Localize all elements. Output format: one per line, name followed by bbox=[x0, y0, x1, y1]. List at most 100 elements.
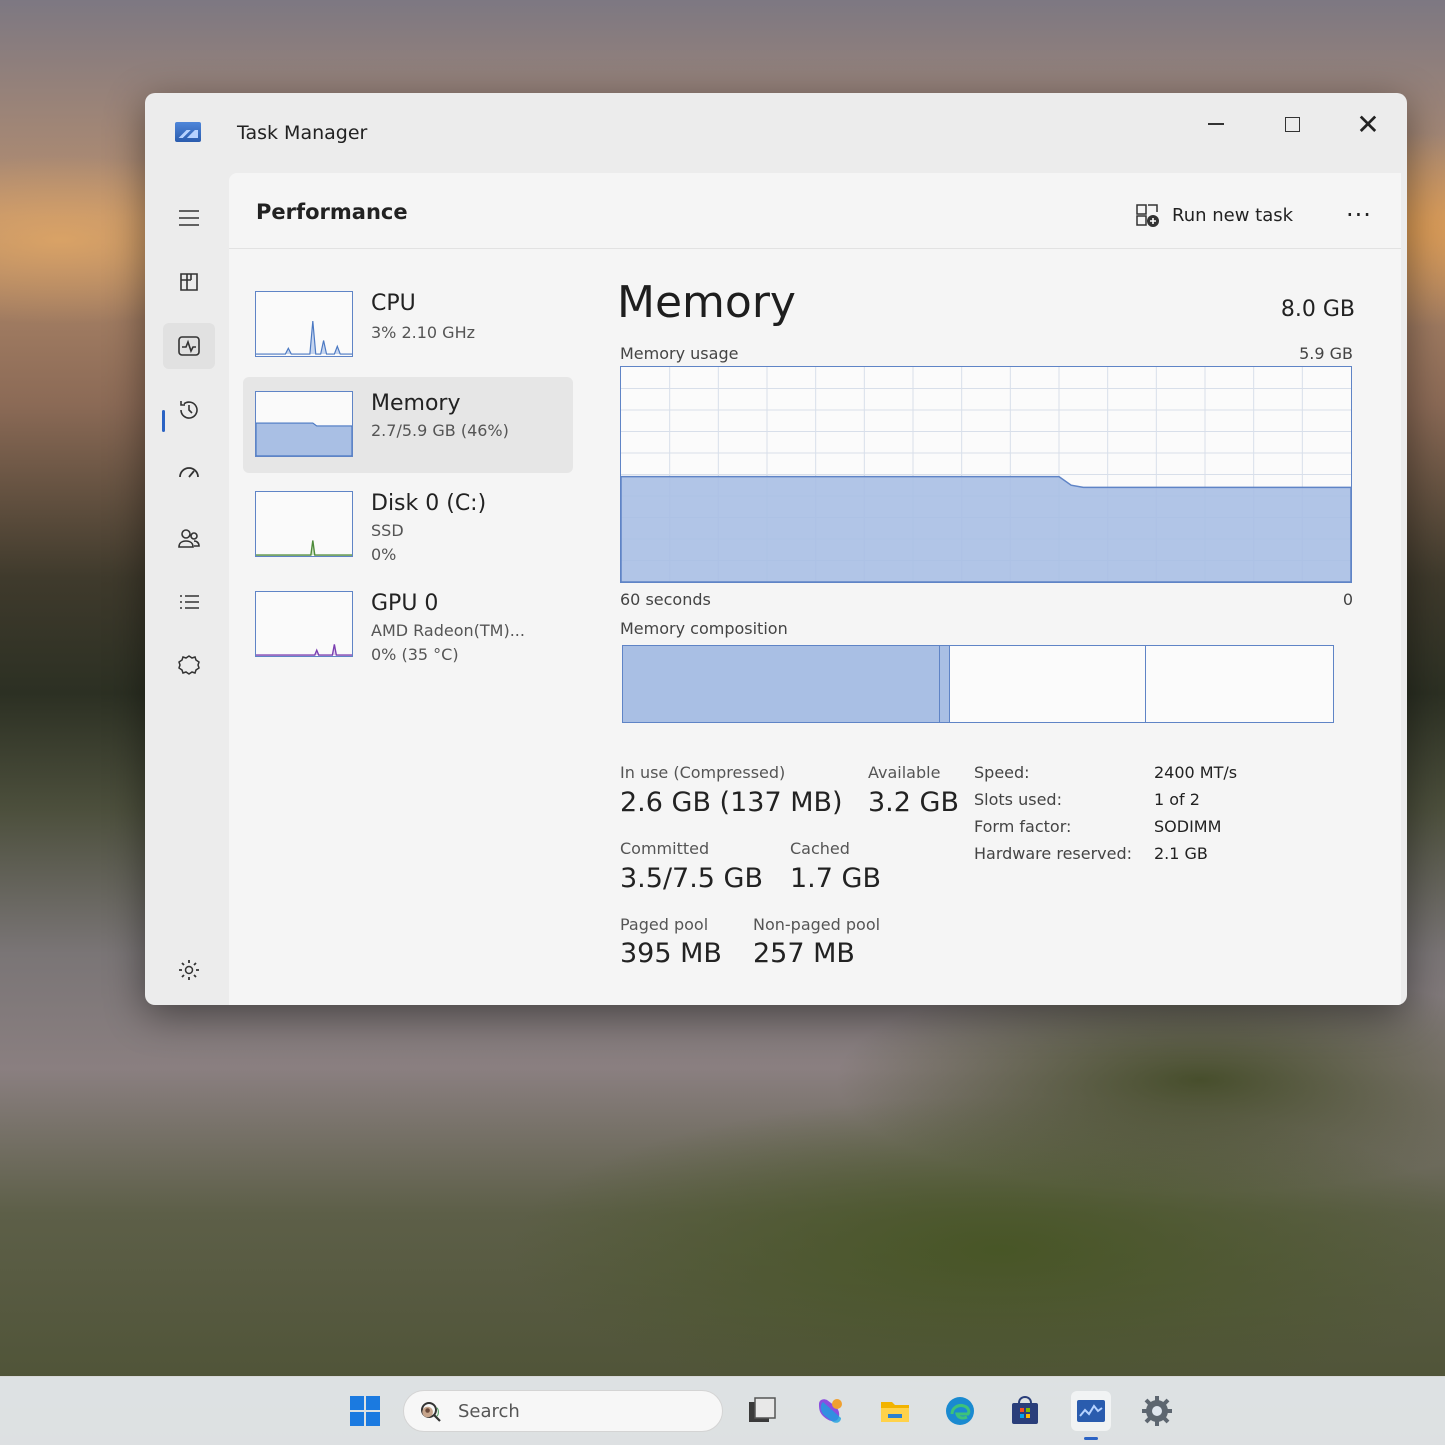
memory-composition-label: Memory composition bbox=[620, 619, 788, 638]
device-detail: AMD Radeon(TM)... bbox=[371, 621, 525, 640]
startup-apps-icon bbox=[179, 467, 199, 478]
device-disk-0[interactable]: Disk 0 (C:) SSD 0% bbox=[243, 477, 573, 573]
minimize-button[interactable] bbox=[1188, 103, 1244, 145]
spec-speed-value: 2400 MT/s bbox=[1154, 763, 1238, 782]
cpu-thumbnail-graph bbox=[255, 291, 353, 357]
spec-hardware-reserved-value: 2.1 GB bbox=[1154, 844, 1208, 863]
spec-hardware-reserved-label: Hardware reserved: bbox=[974, 844, 1133, 863]
nav-item-startup-apps[interactable] bbox=[163, 451, 215, 497]
gpu-thumbnail-graph bbox=[255, 591, 353, 657]
in-use-value: 2.6 GB (137 MB) bbox=[620, 787, 843, 818]
composition-modified bbox=[940, 646, 950, 722]
nav-item-app-history[interactable] bbox=[163, 387, 215, 433]
device-name: Disk 0 (C:) bbox=[371, 491, 487, 516]
device-detail-2: 0% (35 °C) bbox=[371, 645, 459, 664]
spec-form-factor-label: Form factor: bbox=[974, 817, 1072, 836]
search-highlight-icon bbox=[422, 1406, 439, 1418]
device-detail-2: 0% bbox=[371, 545, 397, 564]
taskbar-store[interactable] bbox=[1005, 1391, 1045, 1431]
memory-composition-bar bbox=[622, 645, 1334, 723]
committed-value: 3.5/7.5 GB bbox=[620, 863, 764, 894]
minimize-icon bbox=[1208, 123, 1224, 125]
memory-usage-graph bbox=[620, 366, 1352, 583]
memory-usage-chart bbox=[621, 367, 1351, 582]
device-gpu-0[interactable]: GPU 0 AMD Radeon(TM)... 0% (35 °C) bbox=[243, 577, 573, 673]
nav-item-services[interactable] bbox=[163, 643, 215, 689]
taskbar-settings[interactable] bbox=[1137, 1391, 1177, 1431]
non-paged-pool-value: 257 MB bbox=[753, 938, 855, 969]
task-view-icon bbox=[749, 1397, 776, 1422]
device-memory[interactable]: Memory 2.7/5.9 GB (46%) bbox=[243, 377, 573, 473]
device-cpu[interactable]: CPU 3% 2.10 GHz bbox=[243, 277, 573, 373]
panel-header: Performance Run new task ··· bbox=[229, 173, 1401, 249]
maximize-button[interactable] bbox=[1264, 103, 1320, 145]
users-icon bbox=[178, 529, 200, 548]
spec-speed-label: Speed: bbox=[974, 763, 1030, 782]
app-history-icon bbox=[180, 401, 198, 419]
taskbar-search[interactable]: Search bbox=[403, 1390, 723, 1432]
nav-item-details[interactable] bbox=[163, 579, 215, 625]
composition-standby bbox=[950, 646, 1147, 722]
memory-thumbnail-graph bbox=[255, 391, 353, 457]
edge-browser-icon bbox=[946, 1397, 974, 1425]
spec-slots-value: 1 of 2 bbox=[1154, 790, 1200, 809]
close-icon: ✕ bbox=[1356, 107, 1380, 141]
non-paged-pool-label: Non-paged pool bbox=[753, 915, 881, 934]
paged-pool-label: Paged pool bbox=[620, 915, 709, 934]
windows-start-icon bbox=[350, 1396, 380, 1426]
file-explorer-icon bbox=[881, 1402, 909, 1422]
available-label: Available bbox=[868, 763, 941, 782]
cached-value: 1.7 GB bbox=[790, 863, 881, 894]
close-button[interactable]: ✕ bbox=[1340, 103, 1396, 145]
task-manager-icon bbox=[1077, 1400, 1105, 1422]
in-use-label: In use (Compressed) bbox=[620, 763, 786, 782]
run-new-task-label: Run new task bbox=[1172, 204, 1294, 226]
device-detail: 3% 2.10 GHz bbox=[371, 323, 476, 342]
taskbar-task-view[interactable] bbox=[742, 1391, 782, 1431]
taskbar-copilot[interactable] bbox=[810, 1391, 850, 1431]
spec-slots-label: Slots used: bbox=[974, 790, 1062, 809]
performance-icon bbox=[178, 336, 200, 356]
cached-label: Cached bbox=[790, 839, 850, 858]
paged-pool-value: 395 MB bbox=[620, 938, 722, 969]
device-detail: SSD bbox=[371, 521, 404, 540]
start-button[interactable] bbox=[345, 1391, 385, 1431]
nav-item-settings[interactable] bbox=[163, 947, 215, 993]
more-options-button[interactable]: ··· bbox=[1339, 195, 1379, 235]
services-icon bbox=[178, 655, 200, 675]
performance-panel: Performance Run new task ··· CPU 3% 2.10… bbox=[229, 173, 1401, 1005]
composition-free bbox=[1146, 646, 1333, 722]
disk-thumbnail-graph bbox=[255, 491, 353, 557]
nav-item-processes[interactable] bbox=[163, 259, 215, 305]
memory-usage-max: 5.9 GB bbox=[1299, 344, 1353, 363]
hamburger-icon bbox=[179, 210, 199, 226]
available-value: 3.2 GB bbox=[868, 787, 959, 818]
nav-item-performance[interactable] bbox=[163, 323, 215, 369]
taskbar-active-indicator bbox=[1084, 1437, 1098, 1440]
graph-time-end: 0 bbox=[1342, 590, 1353, 609]
memory-total: 8.0 GB bbox=[1280, 297, 1355, 322]
microsoft-store-icon bbox=[1012, 1395, 1038, 1424]
settings-icon bbox=[179, 960, 199, 980]
memory-heading: Memory bbox=[617, 277, 796, 328]
taskbar: Search bbox=[0, 1376, 1445, 1445]
memory-usage-area bbox=[621, 475, 1351, 582]
taskbar-task-manager[interactable] bbox=[1071, 1391, 1111, 1431]
nav-menu-button[interactable] bbox=[163, 195, 215, 241]
processes-icon bbox=[180, 273, 198, 291]
settings-gear-icon bbox=[1142, 1396, 1172, 1426]
taskbar-file-explorer[interactable] bbox=[875, 1391, 915, 1431]
run-new-task-icon bbox=[1136, 204, 1159, 227]
taskbar-edge[interactable] bbox=[940, 1391, 980, 1431]
copilot-icon bbox=[819, 1399, 842, 1423]
run-new-task-button[interactable]: Run new task bbox=[1134, 195, 1293, 235]
memory-usage-label: Memory usage bbox=[620, 344, 739, 363]
title-bar[interactable]: Task Manager ✕ bbox=[145, 93, 1407, 173]
device-name: CPU bbox=[371, 291, 416, 316]
task-manager-window: Task Manager ✕ Performance Run new task … bbox=[145, 93, 1407, 1005]
committed-label: Committed bbox=[620, 839, 710, 858]
nav-item-users[interactable] bbox=[163, 515, 215, 561]
more-icon: ··· bbox=[1346, 201, 1372, 229]
window-title: Task Manager bbox=[237, 122, 368, 144]
task-manager-app-icon bbox=[175, 122, 201, 142]
